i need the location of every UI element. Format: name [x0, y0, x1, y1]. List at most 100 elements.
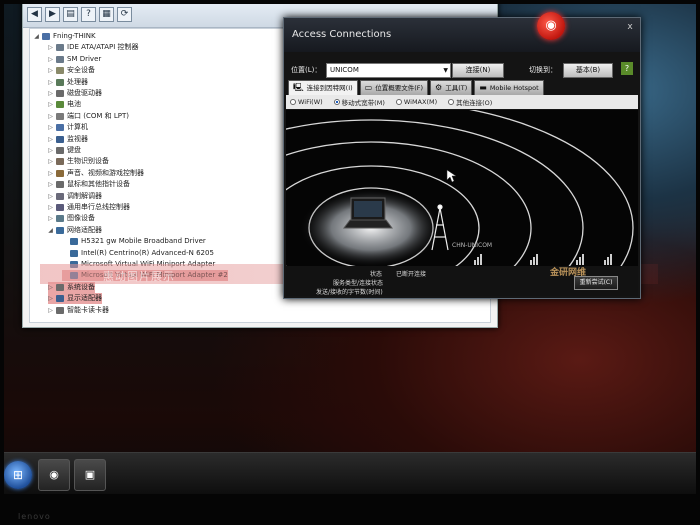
tree-row-label: 端口 (COM 和 LPT): [67, 111, 129, 120]
tree-row[interactable]: ▷ 处理器: [48, 77, 88, 88]
radio-label: 其他连接(O): [456, 99, 493, 107]
status-label: 状态: [370, 271, 383, 278]
tree-row[interactable]: ▷ 通用串行总线控制器: [48, 202, 130, 213]
status-value: 已断开连接: [396, 271, 427, 278]
location-value: UNICOM: [330, 66, 359, 74]
connect-button[interactable]: 连接(N): [452, 63, 504, 78]
tab-label: 工具(T): [445, 84, 468, 92]
tree-row[interactable]: ◢ 网络适配器: [48, 225, 102, 236]
tree-row-label: 电池: [67, 100, 81, 109]
tree-row[interactable]: ▷ 计算机: [48, 122, 88, 133]
radio-wifi[interactable]: WiFi(W): [290, 98, 323, 106]
device-icon: [56, 295, 64, 303]
radio-label: WiFi(W): [298, 98, 323, 106]
device-icon: [56, 55, 64, 63]
expand-arrow-icon[interactable]: ▷: [48, 168, 53, 179]
tree-row-label: SM Driver: [67, 54, 102, 63]
tree-row-label: 计算机: [67, 123, 88, 132]
expand-arrow-open-icon[interactable]: ◢: [48, 225, 53, 236]
media-taskbar-icon[interactable]: ▣: [74, 459, 106, 491]
radio-mobile-broadband[interactable]: 移动式宽带(M): [333, 97, 385, 107]
device-icon: [42, 33, 50, 40]
expand-arrow-icon[interactable]: ▷: [48, 305, 53, 316]
expand-arrow-icon[interactable]: ▷: [48, 42, 53, 53]
tree-row[interactable]: ◢ Fning-THINK: [34, 31, 96, 42]
device-icon: [56, 226, 64, 234]
device-icon: [56, 204, 64, 211]
radio-wimax[interactable]: WiMAX(M): [395, 98, 438, 106]
brand-logo: lenovo: [18, 512, 51, 521]
expand-arrow-icon[interactable]: ▷: [48, 145, 53, 156]
back-icon[interactable]: ◀: [27, 6, 42, 22]
location-label: 位置(L)：: [291, 66, 322, 74]
device-icon: [56, 192, 64, 200]
device-icon: [56, 135, 64, 143]
radio-label: WiMAX(M): [403, 98, 438, 106]
help-icon[interactable]: ?: [81, 6, 96, 22]
properties-icon[interactable]: ▤: [63, 6, 78, 22]
expand-arrow-icon[interactable]: ▷: [48, 122, 53, 133]
update-icon[interactable]: ⟳: [117, 6, 132, 22]
tree-row-label: IDE ATA/ATAPI 控制器: [67, 43, 139, 52]
scan-icon[interactable]: ▦: [99, 6, 114, 22]
tree-row[interactable]: ▷ 监视器: [48, 134, 88, 145]
device-icon: [56, 112, 64, 120]
tree-row-label: 监视器: [67, 134, 88, 143]
access-connections-logo-icon: ◉: [537, 12, 565, 40]
tab-location-profiles[interactable]: ▭ 位置概要文件(F): [359, 80, 429, 96]
tree-row[interactable]: ▷ SM Driver: [48, 54, 101, 65]
tree-row[interactable]: ▷ 端口 (COM 和 LPT): [48, 111, 129, 122]
tree-row[interactable]: ▷ IDE ATA/ATAPI 控制器: [48, 42, 139, 53]
device-icon: [70, 249, 78, 257]
expand-arrow-icon[interactable]: ▷: [48, 179, 53, 190]
tree-row[interactable]: ▷ 磁盘驱动器: [48, 88, 102, 99]
expand-arrow-icon[interactable]: ▷: [48, 77, 53, 88]
tree-row[interactable]: ▷ 生物识别设备: [48, 156, 109, 167]
tree-row[interactable]: ▷ 显示适配器: [48, 293, 102, 305]
signal-bars-icon: [604, 254, 612, 265]
connection-type-radios: WiFi(W) 移动式宽带(M) WiMAX(M) 其他连接(O): [286, 95, 638, 109]
tree-row-label: Fning-THINK: [53, 32, 96, 40]
expand-arrow-icon[interactable]: ▷: [48, 202, 53, 213]
reconnect-button[interactable]: 重新尝试(C): [574, 276, 618, 290]
tree-row-label: 键盘: [67, 146, 81, 154]
start-button[interactable]: ⊞: [4, 461, 32, 489]
device-icon: [70, 238, 78, 246]
expand-arrow-icon[interactable]: ▷: [48, 156, 53, 167]
tree-row[interactable]: ▷ 电池: [48, 99, 81, 110]
help-icon[interactable]: ?: [621, 62, 633, 75]
expand-arrow-icon[interactable]: ▷: [48, 65, 53, 76]
radio-other[interactable]: 其他连接(O): [448, 97, 492, 107]
access-connections-taskbar-icon[interactable]: ◉: [38, 459, 70, 491]
tree-row[interactable]: ▷ 图像设备: [48, 213, 95, 224]
expand-arrow-icon[interactable]: ▷: [48, 293, 53, 304]
tree-row[interactable]: ▷ 声音、视频和游戏控制器: [48, 168, 144, 179]
radio-label: 移动式宽带(M): [341, 99, 385, 107]
expand-arrow-icon[interactable]: ▷: [48, 191, 53, 202]
tree-row[interactable]: ▷ 调制解调器: [48, 191, 102, 202]
tree-row[interactable]: Intel(R) Centrino(R) Advanced-N 6205: [62, 248, 214, 259]
expand-arrow-icon[interactable]: ▷: [48, 54, 53, 65]
tree-row[interactable]: ▷ 智能卡读卡器: [48, 305, 109, 316]
tree-row[interactable]: ▷ 鼠标和其他指针设备: [48, 179, 130, 190]
tree-row[interactable]: H5321 gw Mobile Broadband Driver: [62, 236, 206, 247]
expand-arrow-icon[interactable]: ▷: [48, 88, 53, 99]
expand-arrow-icon[interactable]: ▷: [48, 111, 53, 122]
tab-internet[interactable]: 🖳 连接到因特网(I): [288, 80, 358, 96]
switch-basic-button[interactable]: 基本(B): [563, 63, 613, 78]
expand-arrow-open-icon[interactable]: ◢: [34, 31, 39, 42]
tree-row-label: Intel(R) Centrino(R) Advanced-N 6205: [81, 248, 214, 257]
tree-row[interactable]: ▷ 键盘: [48, 145, 81, 156]
forward-icon[interactable]: ▶: [45, 6, 60, 22]
tab-mobile-hotspot[interactable]: ▬ Mobile Hotspot: [474, 80, 544, 96]
chevron-down-icon: ▼: [443, 67, 448, 74]
expand-arrow-icon[interactable]: ▷: [48, 134, 53, 145]
tree-row[interactable]: ▷ 安全设备: [48, 65, 95, 76]
tab-tools[interactable]: ⚙ 工具(T): [430, 80, 473, 96]
expand-arrow-icon[interactable]: ▷: [48, 99, 53, 110]
radio-dot: [395, 99, 402, 105]
close-icon[interactable]: x: [625, 22, 635, 32]
expand-arrow-icon[interactable]: ▷: [48, 213, 53, 224]
tree-row-label: 处理器: [67, 77, 88, 86]
location-select[interactable]: UNICOM ▼: [326, 63, 451, 78]
